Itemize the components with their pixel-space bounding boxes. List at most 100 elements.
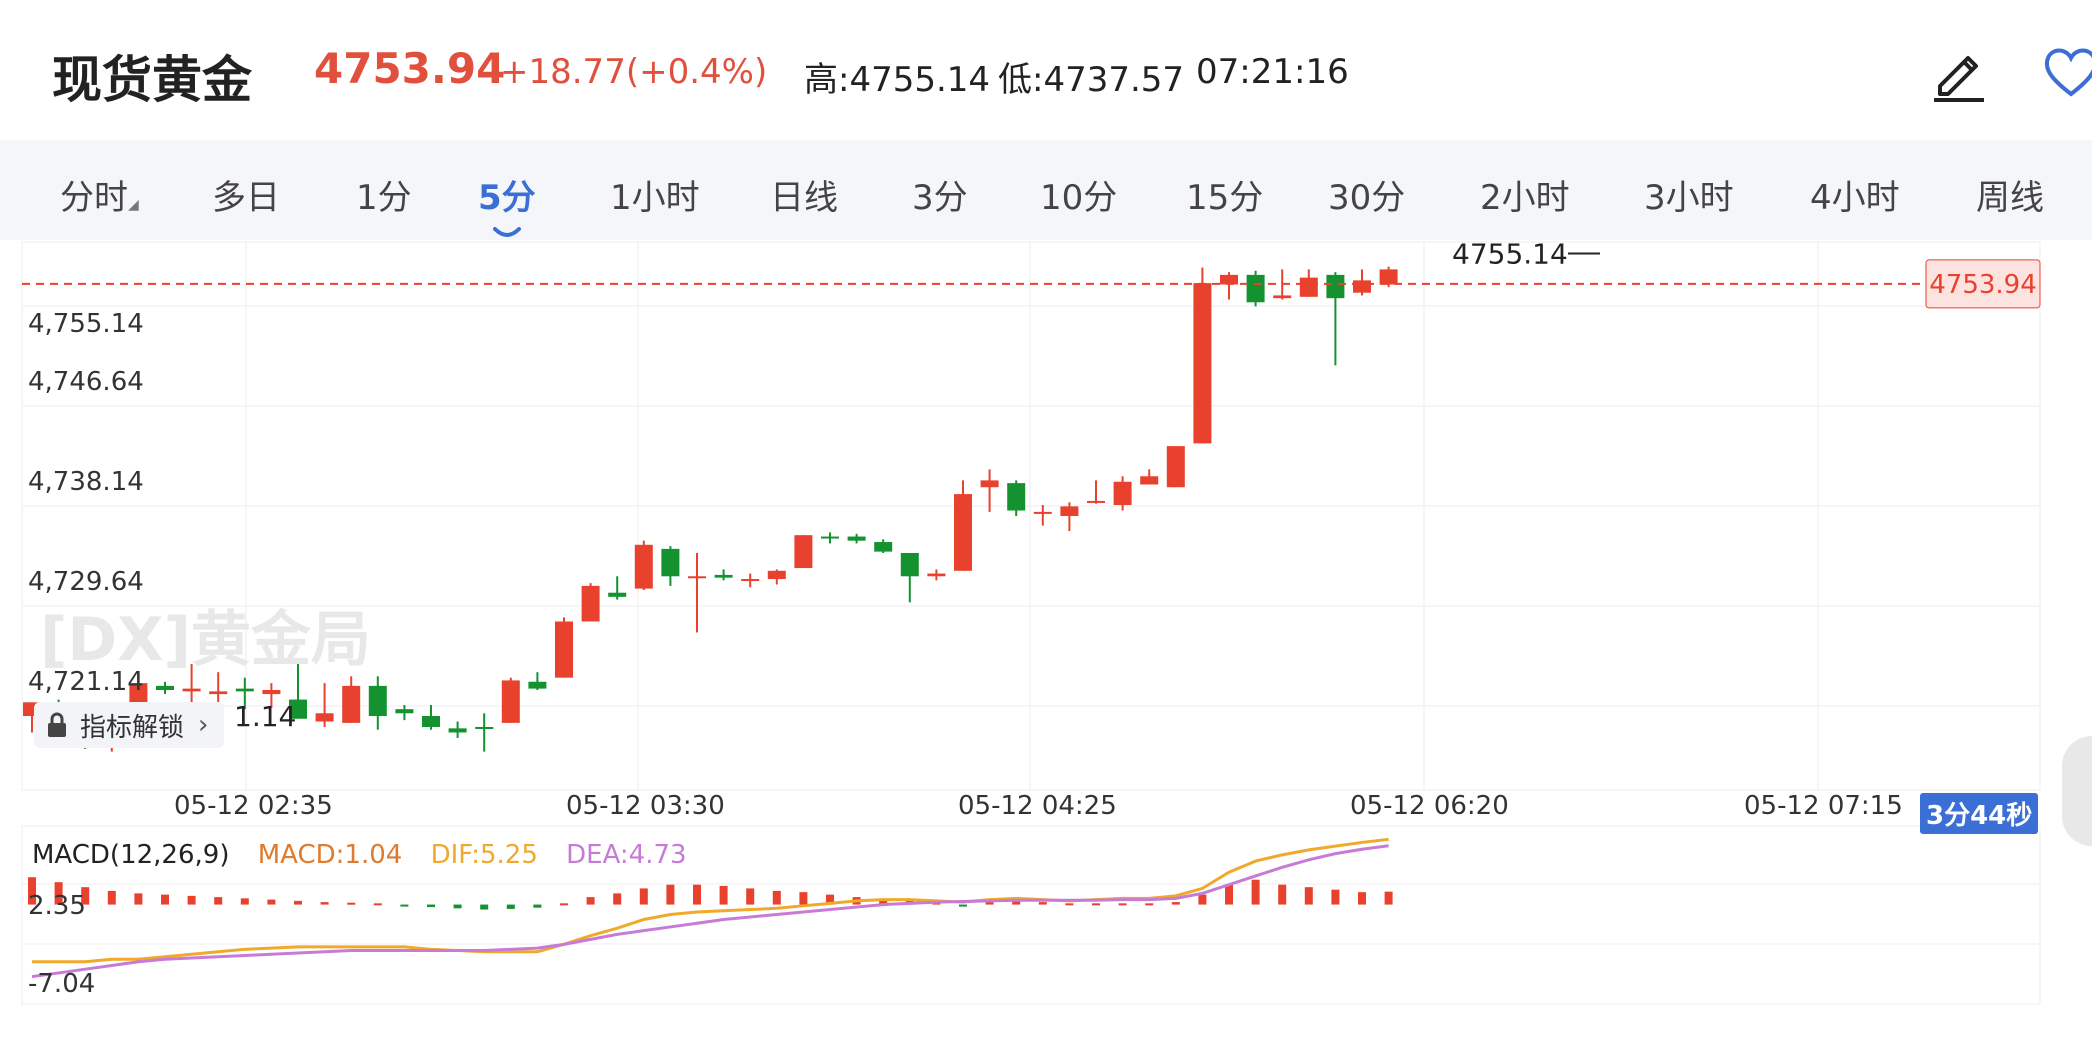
dif-value: DIF:5.25 [430,840,538,870]
candle-body [581,585,600,622]
tab-multiday[interactable]: 多日 [212,170,280,219]
tab-30min[interactable]: 30分 [1328,170,1405,219]
candle-body [395,709,414,714]
candle [900,552,919,603]
tab-1min[interactable]: 1分 [356,170,412,219]
candle [1246,270,1265,307]
candle-body [661,548,680,577]
lock-icon [48,712,66,737]
macd-bar [347,902,356,905]
chart-area[interactable]: [DX]黄金局 4753.94 4755.14 4,755.14 4,746.6… [0,240,2092,1046]
candle-body [448,728,467,733]
macd-bar [1198,894,1207,905]
candle-body [235,688,254,692]
candle-body [1033,511,1052,514]
timeframe-tabs: 分时◢ 多日 1分 5分 1小时 日线 3分 10分 15分 30分 2小时 3… [0,140,2092,240]
candle-body [954,494,972,571]
candle [821,532,839,544]
candle-body [501,680,520,723]
candle-countdown: 3分44秒 [1920,793,2039,834]
macd-bar [586,897,595,905]
candle-body [1246,274,1265,303]
candle-body [1353,280,1371,293]
candle-body [156,685,174,690]
candle-body [1060,506,1079,516]
tab-1hour[interactable]: 1小时 [610,170,700,219]
macd-bar [506,904,515,909]
indicator-unlock-button[interactable]: 指标解锁 › [34,702,225,748]
macd-bar [320,902,329,905]
macd-bar [161,894,169,905]
active-tab-indicator [492,227,521,237]
y-tick-label: 4,746.64 [28,367,144,397]
y-tick-label: 4,755.14 [28,309,144,339]
candle [315,683,334,727]
candle [608,576,627,600]
candle-body [315,713,334,722]
candle-body [1140,476,1159,485]
candle-body [794,535,813,569]
candle [368,676,387,730]
tab-5min[interactable]: 5分 [478,170,536,237]
x-axis-labels: 05-12 02:35 05-12 03:30 05-12 04:25 05-1… [174,791,1903,821]
candle [954,480,972,571]
x-tick-label: 05-12 02:35 [174,791,333,821]
tab-3min[interactable]: 3分 [912,170,968,219]
candle-body [927,573,946,577]
tab-fenshi[interactable]: 分时◢ [60,170,139,219]
macd-y-tick: -7.04 [28,969,95,999]
candle-body [1273,295,1292,299]
candle-body [422,716,440,727]
macd-bar [1145,903,1154,906]
candle [1193,267,1212,444]
candle [528,672,547,690]
candlestick-series [23,266,1398,752]
price-change: +18.77(+0.4%) [500,52,768,92]
candle [661,546,680,586]
candle-body [767,570,786,580]
macd-bar [1384,891,1393,905]
tab-4hour[interactable]: 4小时 [1810,170,1900,219]
candle [501,677,520,723]
candle-body [182,688,201,692]
candle [874,539,893,553]
y-tick-label: 4,729.64 [28,567,144,597]
macd-bar [772,890,781,905]
macd-bar [1171,902,1180,905]
side-handle[interactable] [2062,736,2092,846]
macd-bar [1358,892,1366,905]
tab-daily[interactable]: 日线 [770,170,838,219]
watermark: [DX]黄金局 [40,605,371,675]
macd-bar [693,884,701,905]
quote-time: 07:21:16 [1196,52,1349,92]
macd-bar [1038,902,1047,905]
candle-body [874,542,893,552]
heart-icon[interactable] [2040,40,2092,102]
macd-bar [480,904,489,910]
macd-bar [1278,884,1287,905]
macd-bar [107,890,116,905]
candle [1113,476,1132,511]
macd-bar [240,898,249,905]
last-price-tag: 4753.94 [1925,259,2041,309]
candle [1220,272,1238,300]
candle-body [847,536,866,541]
candle [1033,505,1052,526]
candle-body [1299,277,1318,297]
tab-3hour[interactable]: 3小时 [1644,170,1734,219]
candle [634,540,653,590]
candle [1353,269,1371,296]
candle [1060,502,1079,532]
macd-bar [639,888,648,905]
y-tick-label: 4,738.14 [28,467,144,497]
tab-10min[interactable]: 10分 [1040,170,1117,219]
candle-body [342,685,361,723]
tab-2hour[interactable]: 2小时 [1480,170,1570,219]
tab-weekly[interactable]: 周线 [1976,170,2044,219]
candle [1087,480,1105,504]
macd-y-tick: 2.35 [28,891,86,921]
edit-icon[interactable] [1928,42,1990,104]
candle-body [900,552,919,577]
low-price: 低:4737.57 [998,60,1185,100]
tab-15min[interactable]: 15分 [1186,170,1263,219]
